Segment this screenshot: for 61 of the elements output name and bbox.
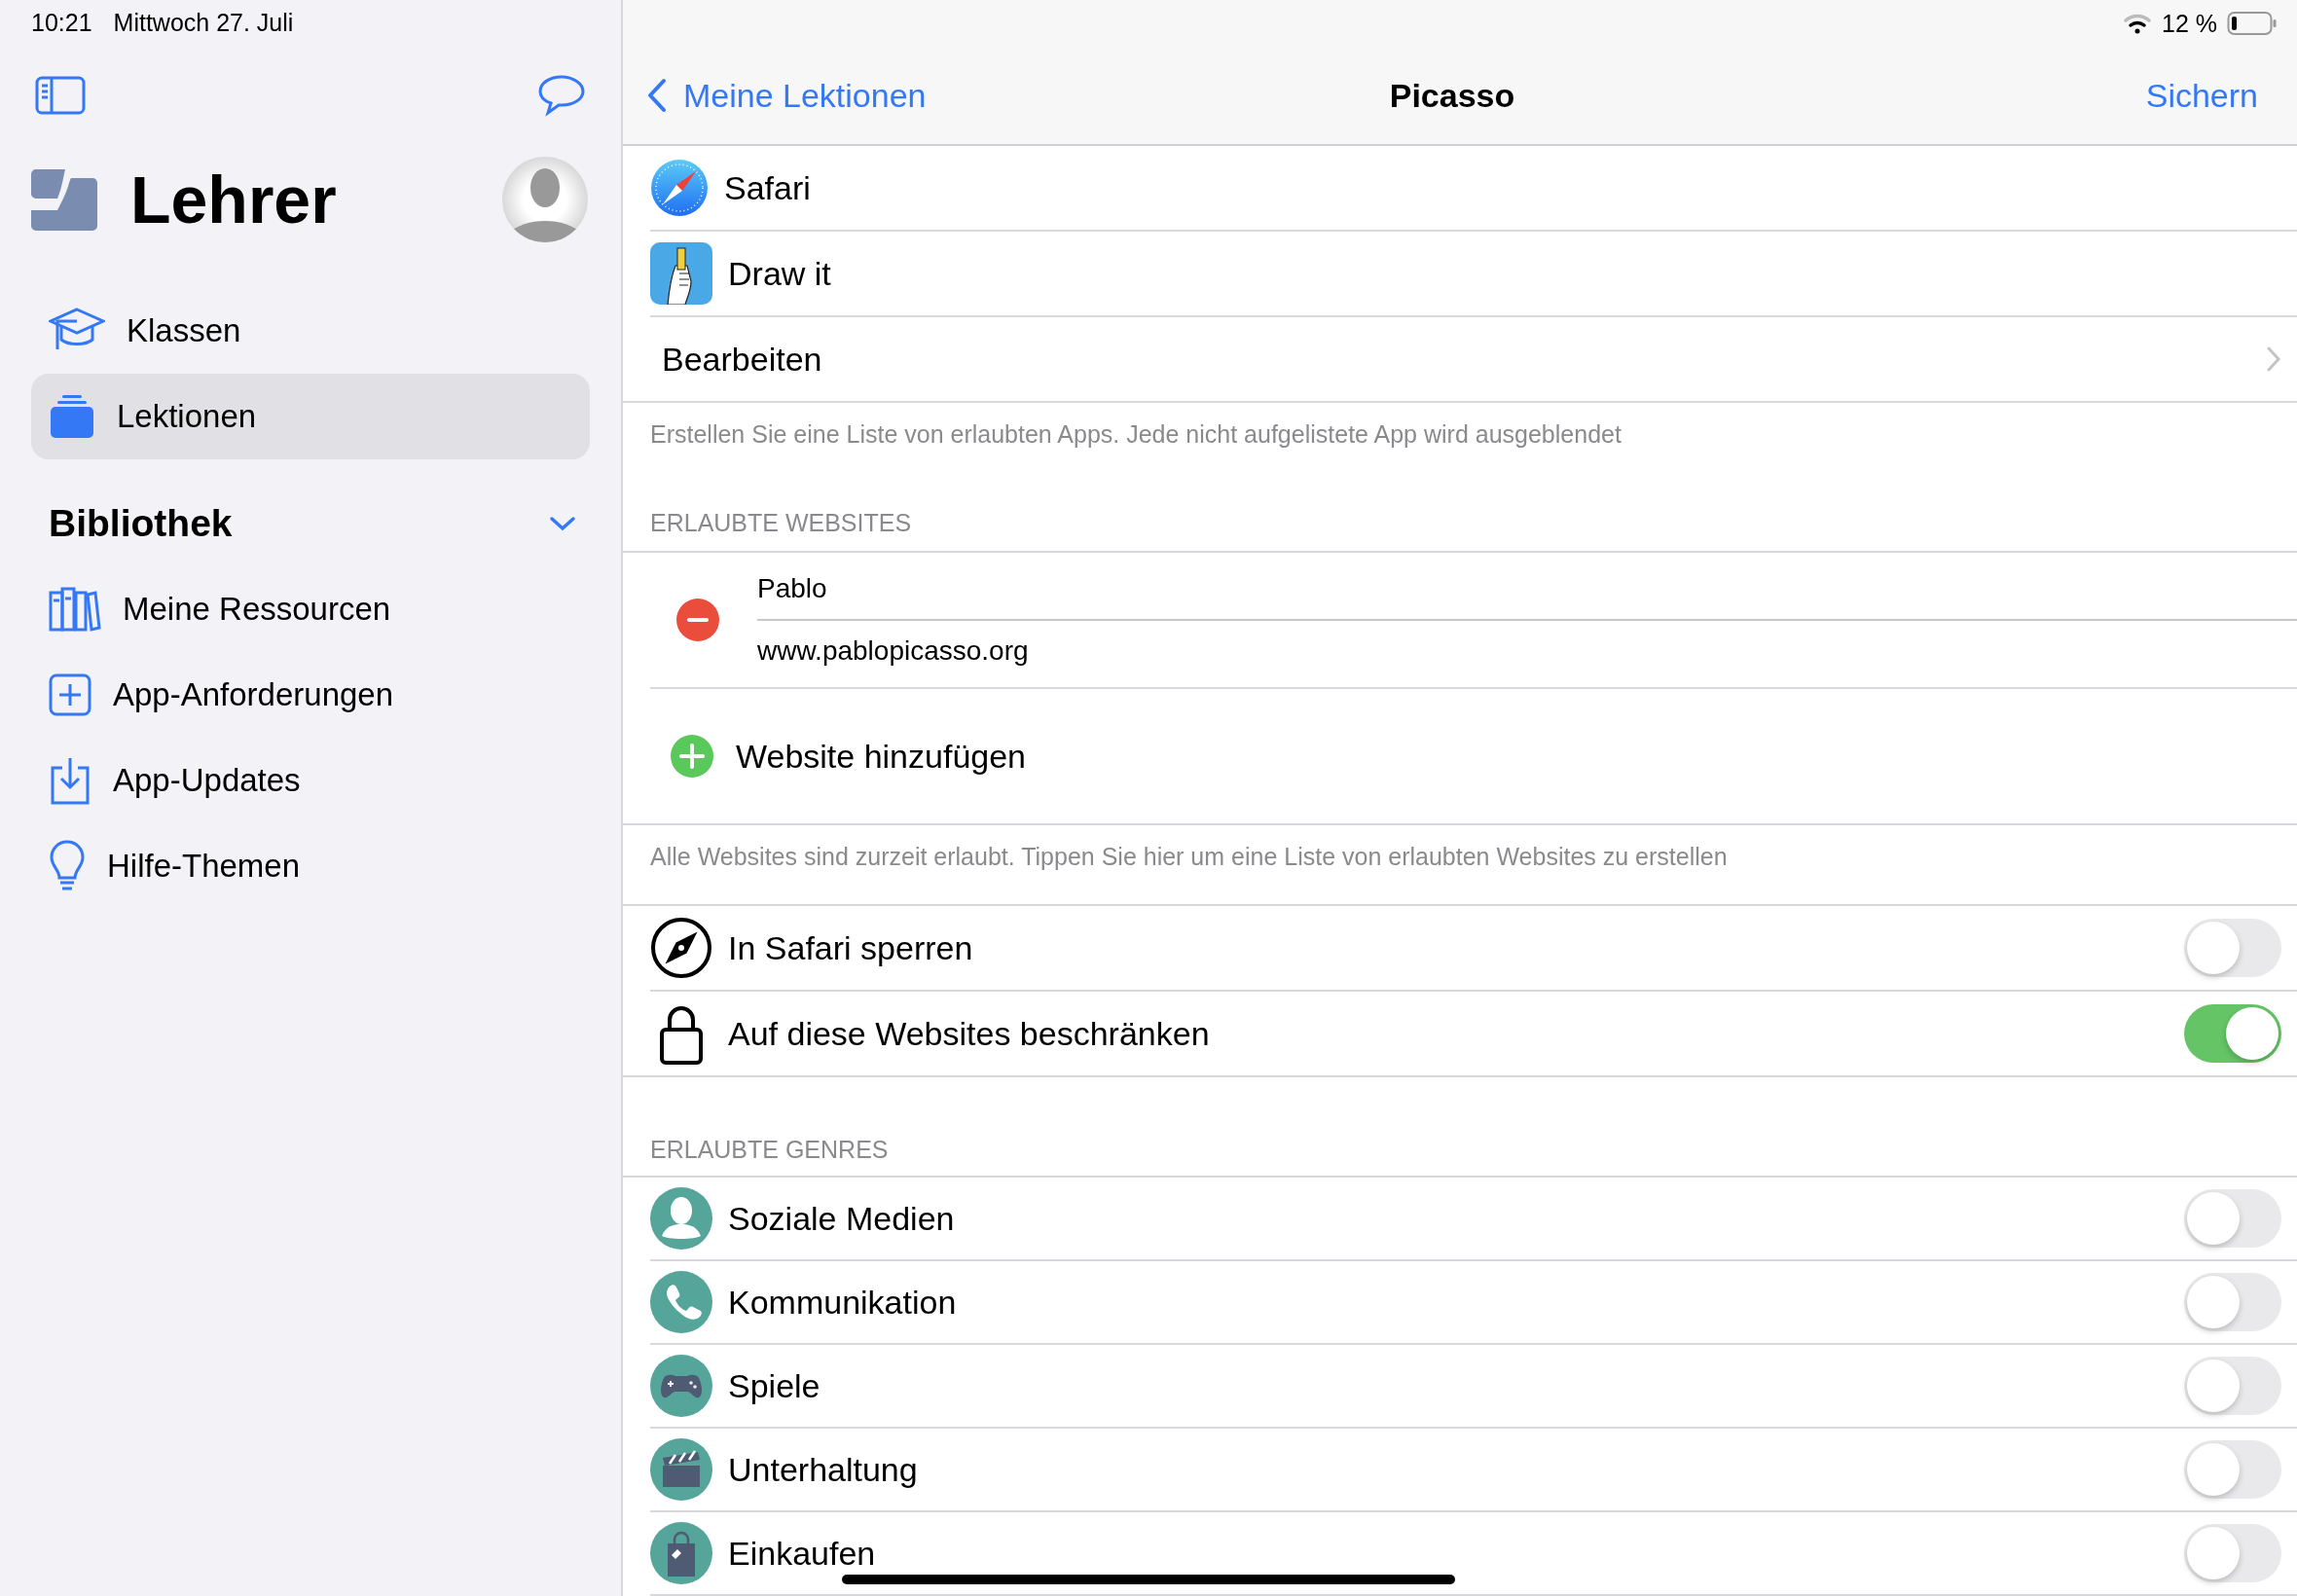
plus-square-icon <box>49 673 91 716</box>
battery-percentage: 12 % <box>2162 9 2217 38</box>
compass-app-icon <box>650 159 709 217</box>
toggle-switch[interactable] <box>2184 1189 2281 1248</box>
toggle-switch[interactable] <box>2184 1273 2281 1331</box>
sidebar-item[interactable]: App-Anforderungen <box>31 652 590 738</box>
back-chevron-icon <box>646 78 668 113</box>
website-url-field[interactable]: www.pablopicasso.org <box>757 621 2297 681</box>
genre-label: Spiele <box>728 1366 821 1405</box>
chevron-right-icon <box>2266 345 2281 373</box>
chevron-icon[interactable] <box>549 515 576 532</box>
section-header: ERLAUBTE GENRES <box>649 1135 890 1165</box>
genre-label: Kommunikation <box>728 1283 958 1322</box>
remove-icon <box>675 598 720 642</box>
phone-icon <box>650 1271 712 1333</box>
toggle-switch[interactable] <box>2184 1440 2281 1499</box>
books-icon <box>49 587 101 632</box>
lightbulb-icon <box>49 840 86 892</box>
gamepad-icon <box>650 1355 712 1417</box>
save-button[interactable]: Sichern <box>2145 76 2258 115</box>
sidebar-toggle-icon[interactable] <box>35 76 86 115</box>
edit-row[interactable]: Bearbeiten <box>650 317 2281 401</box>
add-website-button[interactable]: Website hinzufügen <box>650 689 1026 823</box>
setting-label: In Safari sperren <box>728 928 974 967</box>
back-button[interactable]: Meine Lektionen <box>646 76 927 115</box>
section-title: Bibliothek <box>49 502 233 545</box>
clapperboard-icon <box>650 1438 712 1501</box>
download-square-icon <box>49 756 91 805</box>
add-icon <box>670 734 714 779</box>
genre-label: Unterhaltung <box>728 1450 919 1489</box>
page-title: Picasso <box>1389 76 1515 115</box>
battery-icon <box>2227 11 2278 36</box>
app-name: Safari <box>724 168 812 207</box>
chat-bubble-icon[interactable] <box>537 74 586 117</box>
hand-pencil-app-icon <box>650 242 712 305</box>
website-title-field[interactable]: Pablo <box>757 559 2297 621</box>
sidebar-item[interactable]: Klassen <box>31 288 590 374</box>
genre-label: Einkaufen <box>728 1534 877 1573</box>
person-icon <box>650 1187 712 1250</box>
app-logo-icon <box>31 168 97 231</box>
clock-time: 10:21 <box>31 8 92 37</box>
toggle-switch[interactable] <box>2184 1357 2281 1415</box>
sidebar-item[interactable]: Meine Ressourcen <box>31 566 590 652</box>
sidebar-item[interactable]: Hilfe-Themen <box>31 823 590 909</box>
toggle-switch[interactable] <box>2184 919 2281 977</box>
app-name: Draw it <box>728 254 832 293</box>
shopping-bag-icon <box>650 1522 712 1584</box>
folder-stack-icon <box>49 393 95 440</box>
footnote-text: Erstellen Sie eine Liste von erlaubten Apps. Jede nicht aufgelistete App wird ausgeblendet <box>649 419 1622 449</box>
sidebar-item[interactable]: App-Updates <box>31 738 590 823</box>
date-text: Mittwoch 27. Juli <box>113 8 294 37</box>
toggle-switch[interactable] <box>2184 1524 2281 1582</box>
section-header: ERLAUBTE WEBSITES <box>649 508 913 538</box>
wifi-icon <box>2123 12 2152 35</box>
setting-label: Auf diese Websites beschränken <box>728 1014 1211 1053</box>
sidebar-item[interactable]: Lektionen <box>31 374 590 459</box>
genre-label: Soziale Medien <box>728 1199 956 1238</box>
toggle-switch[interactable] <box>2184 1004 2281 1063</box>
footnote-text: Alle Websites sind zurzeit erlaubt. Tippen Sie hier um eine Liste von erlaubten Websites zu erstellen <box>649 842 1729 872</box>
app-title: Lehrer <box>130 162 338 237</box>
compass-icon <box>650 917 712 979</box>
